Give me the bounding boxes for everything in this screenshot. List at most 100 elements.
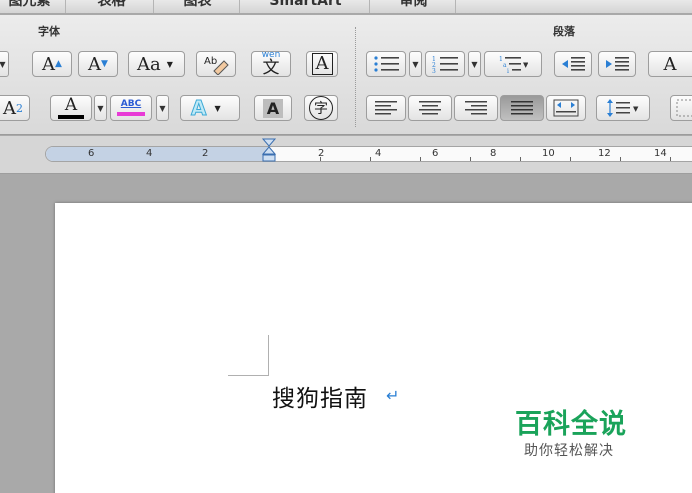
numbered-list-icon: 123: [432, 56, 458, 73]
justify-icon: [511, 101, 533, 115]
horizontal-ruler[interactable]: 6 4 2 2 4 6 8 10 12 14: [45, 146, 692, 162]
font-group-label: 字体: [38, 25, 60, 38]
watermark-title: 百科全说: [515, 409, 627, 440]
ruler-label: 2: [318, 148, 325, 159]
document-text[interactable]: 搜狗指南: [272, 379, 368, 413]
change-case-label: Aa: [137, 53, 161, 75]
ruler-tick: [420, 157, 421, 161]
bullets-dropdown[interactable]: ▼: [409, 51, 422, 77]
text-effects-button[interactable]: A ▼: [180, 95, 240, 121]
increase-indent-icon: [606, 57, 629, 71]
subscript-button[interactable]: A2: [0, 95, 30, 121]
grow-font-label: A: [42, 53, 56, 75]
character-shading-label: A: [262, 98, 284, 118]
asian-layout-label: A: [663, 53, 677, 75]
bullets-button[interactable]: [366, 51, 406, 77]
shrink-font-label: A: [88, 53, 102, 75]
character-border-button[interactable]: A: [306, 51, 338, 77]
decrease-indent-icon: [562, 57, 585, 71]
clear-formatting-button[interactable]: Ab: [196, 51, 236, 77]
bullet-list-icon: [374, 56, 399, 72]
justify-button[interactable]: [500, 95, 544, 121]
distributed-button[interactable]: [546, 95, 586, 121]
ruler-tick: [620, 157, 621, 161]
ruler-label: 6: [88, 148, 95, 159]
ruler-tick: [370, 157, 371, 161]
phonetic-guide-char: 文: [262, 58, 280, 77]
align-center-icon: [419, 101, 441, 115]
svg-text:▼: ▼: [633, 105, 639, 113]
font-color-dropdown[interactable]: ▼: [94, 95, 107, 121]
indent-marker-icon[interactable]: [262, 138, 276, 168]
multilevel-list-icon: 1ai▼: [499, 56, 528, 73]
highlight-button[interactable]: ABC: [110, 95, 152, 121]
subscript-sub: 2: [16, 101, 23, 115]
font-color-swatch: [58, 115, 84, 119]
text-effects-label: A: [190, 96, 207, 120]
eraser-icon: Ab: [204, 56, 229, 75]
svg-text:Ab: Ab: [204, 56, 217, 67]
increase-indent-button[interactable]: [598, 51, 636, 77]
highlight-dropdown[interactable]: ▼: [156, 95, 169, 121]
decrease-indent-button[interactable]: [554, 51, 592, 77]
svg-text:i: i: [507, 68, 509, 73]
svg-text:▼: ▼: [523, 61, 528, 69]
line-spacing-icon: ▼: [607, 99, 639, 117]
ruler-tick: [570, 157, 571, 161]
ribbon-tab-bar: 图元素 表格 图表 SmartArt 审阅: [0, 0, 692, 14]
highlight-label: ABC: [120, 99, 142, 109]
enclose-characters-label: 字: [309, 96, 333, 120]
ruler-tick: [470, 157, 471, 161]
ruler-tick: [520, 157, 521, 161]
align-right-button[interactable]: [454, 95, 498, 121]
ruler-left-margin: [46, 147, 268, 161]
ruler-tick: [670, 157, 671, 161]
change-case-button[interactable]: Aa ▼: [128, 51, 185, 77]
shrink-arrow-icon: ▼: [101, 59, 108, 69]
group-divider: [355, 27, 356, 127]
svg-text:3: 3: [432, 68, 436, 73]
tab-insert-elements[interactable]: 图元素: [0, 0, 66, 13]
font-color-label: A: [64, 95, 78, 115]
watermark-subtitle: 助你轻松解决: [524, 443, 614, 459]
character-shading-button[interactable]: A: [254, 95, 292, 121]
ruler-label: 6: [432, 148, 439, 159]
align-left-button[interactable]: [366, 95, 406, 121]
ruler-label: 4: [146, 148, 153, 159]
ruler-area: 6 4 2 2 4 6 8 10 12 14: [0, 136, 692, 174]
ruler-label: 4: [375, 148, 382, 159]
numbering-dropdown[interactable]: ▼: [468, 51, 481, 77]
ruler-tick: [320, 157, 321, 161]
subscript-label: A: [3, 97, 16, 119]
numbering-button[interactable]: 123: [425, 51, 465, 77]
font-size-dropdown[interactable]: ▼: [0, 51, 9, 77]
chevron-down-icon: ▼: [214, 103, 221, 113]
font-color-button[interactable]: A: [50, 95, 92, 121]
borders-button[interactable]: [670, 95, 692, 121]
ruler-label: 10: [542, 148, 555, 159]
tab-tables[interactable]: 表格: [70, 0, 154, 13]
distributed-icon: [553, 99, 579, 117]
line-spacing-button[interactable]: ▼: [596, 95, 650, 121]
ruler-label: 14: [654, 148, 667, 159]
tab-charts[interactable]: 图表: [156, 0, 240, 13]
shrink-font-button[interactable]: A ▼: [78, 51, 118, 77]
ruler-label: 2: [202, 148, 209, 159]
ruler-label: 8: [490, 148, 497, 159]
phonetic-guide-button[interactable]: wen 文: [251, 51, 291, 77]
grow-font-button[interactable]: A ▲: [32, 51, 72, 77]
align-left-icon: [375, 101, 397, 115]
tab-smartart[interactable]: SmartArt: [242, 0, 370, 13]
margin-corner-mark: [228, 375, 269, 376]
multilevel-list-button[interactable]: 1 a i ▼: [484, 51, 542, 77]
align-right-icon: [465, 101, 487, 115]
paragraph-mark-icon: ↵: [386, 386, 400, 405]
tab-review[interactable]: 审阅: [372, 0, 456, 13]
enclose-characters-button[interactable]: 字: [304, 95, 338, 121]
ruler-label: 12: [598, 148, 611, 159]
align-center-button[interactable]: [408, 95, 452, 121]
asian-layout-button[interactable]: A: [648, 51, 692, 77]
highlight-swatch: [117, 112, 145, 116]
character-border-label: A: [311, 53, 333, 75]
borders-icon: [676, 99, 692, 117]
